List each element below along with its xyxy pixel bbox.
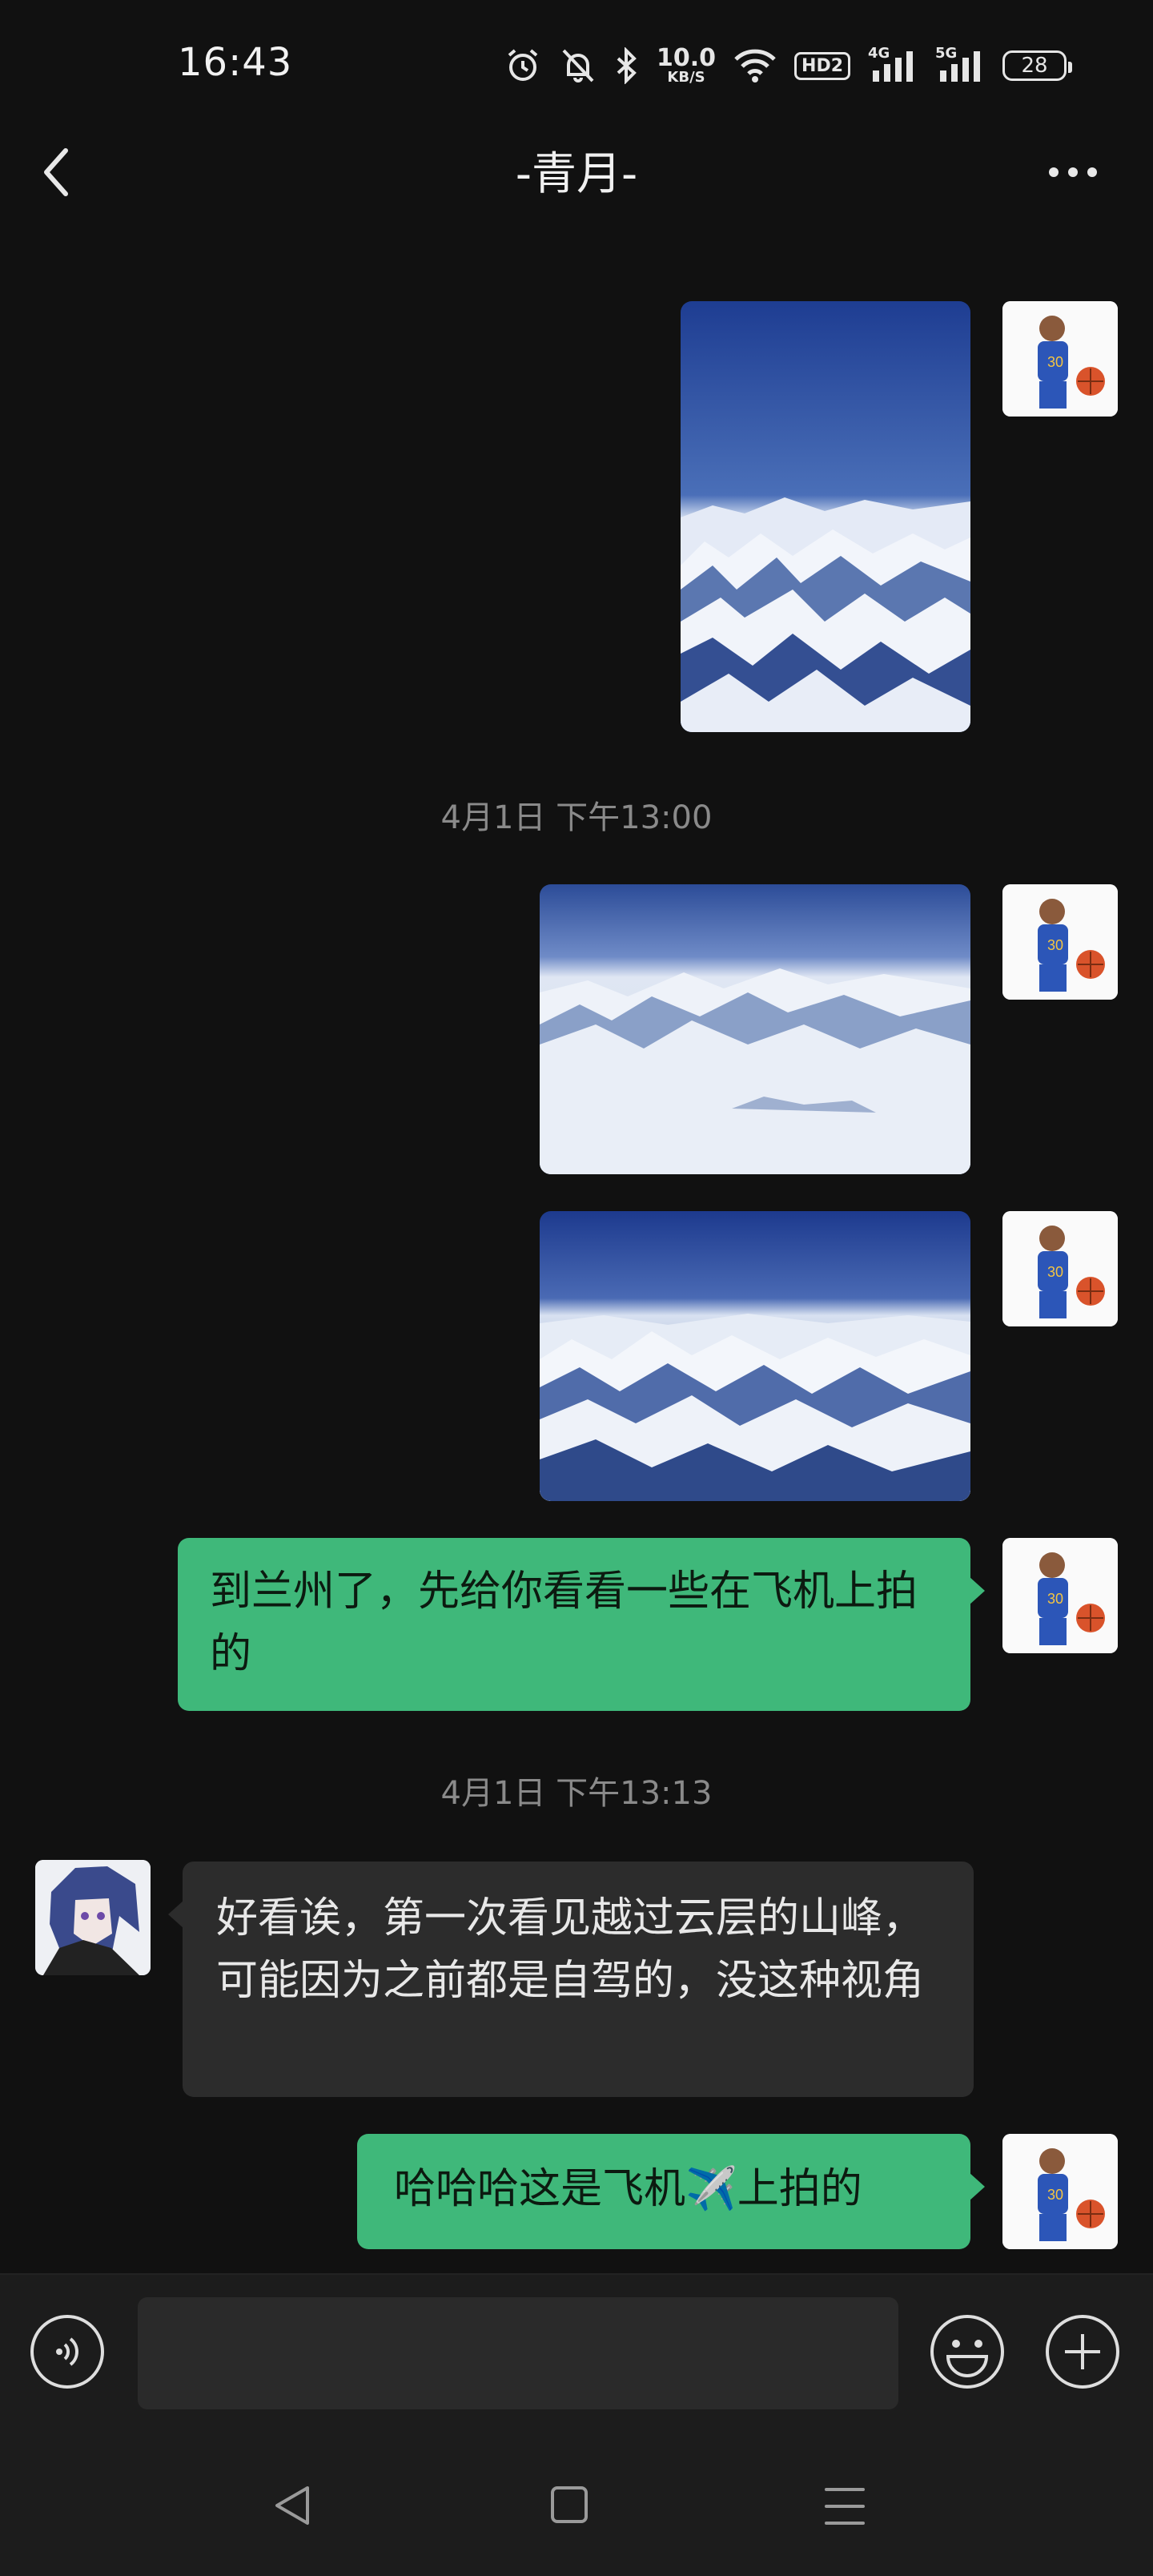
mountain-photo-1 [681,301,970,732]
alarm-icon [504,47,541,84]
airplane-emoji: ✈️ [685,2165,737,2213]
message-text: 好看诶，第一次看见越过云层的山峰，可能因为之前都是自驾的，没这种视角 [216,1894,925,2005]
mute-icon [559,47,597,84]
menu-icon-line [825,2488,865,2491]
more-icon-dot [1068,167,1078,177]
photo-message[interactable] [540,884,970,1174]
battery-icon: 28 [1002,50,1073,81]
message-bubble-received[interactable]: 好看诶，第一次看见越过云层的山峰，可能因为之前都是自驾的，没这种视角 [168,1862,974,2097]
nav-back-button[interactable] [272,2483,312,2528]
mountain-photo-2 [540,884,970,1174]
message-text: 到兰州了，先给你看看一些在飞机上拍的 [210,1568,918,1678]
net-speed: 10.0 KB/S [657,46,716,85]
more-actions-button[interactable] [1046,2315,1119,2389]
svg-text:30: 30 [1047,1591,1063,1607]
anime-character-avatar [35,1860,151,1975]
more-button[interactable] [1041,156,1105,188]
chat-title: -青月- [515,148,638,200]
photo-message[interactable] [540,1211,970,1501]
avatar-self[interactable]: 30 [1002,1211,1118,1326]
svg-text:30: 30 [1047,937,1063,953]
signal-5g-icon: 5G [935,45,985,83]
nav-home-button[interactable] [551,2486,588,2523]
basketball-player-avatar: 30 [1002,884,1118,1000]
signal-4g-icon: 4G [868,45,918,83]
wifi-icon [733,48,777,83]
status-time: 16:43 [178,40,293,85]
bluetooth-icon [615,47,639,84]
voice-icon [56,2337,78,2366]
message-bubble-sent[interactable]: 哈哈哈这是飞机✈️上拍的 [357,2134,985,2249]
triangle-back-icon [275,2486,309,2525]
net-speed-unit: KB/S [667,69,705,86]
basketball-player-avatar: 30 [1002,301,1118,417]
message-text: 上拍的 [737,2165,862,2213]
avatar-self[interactable]: 30 [1002,884,1118,1000]
photo-message[interactable] [681,301,970,732]
basketball-player-avatar: 30 [1002,1538,1118,1653]
more-icon-dot [1049,167,1059,177]
avatar-self[interactable]: 30 [1002,301,1118,417]
scrolled-text-remnant: · · · · [448,226,625,244]
message-text: 哈哈哈这是飞机 [394,2165,686,2213]
avatar-self[interactable]: 30 [1002,2134,1118,2249]
menu-icon-line [825,2522,865,2525]
nav-recents-button[interactable] [825,2488,865,2525]
message-bubble-sent[interactable]: 到兰州了，先给你看看一些在飞机上拍的 [178,1538,985,1711]
hd-icon: HD2 [794,51,851,80]
basketball-player-avatar: 30 [1002,2134,1118,2249]
avatar-contact[interactable] [35,1860,151,1975]
signal-5g-label: 5G [935,45,958,62]
smiley-icon [930,2315,1004,2389]
more-icon-dot [1087,167,1097,177]
timestamp: 4月1日 下午13:13 [440,1775,713,1812]
emoji-button[interactable] [929,2313,1006,2390]
basketball-player-avatar: 30 [1002,1211,1118,1326]
svg-text:30: 30 [1047,1264,1063,1280]
mountain-photo-3 [540,1211,970,1501]
timestamp: 4月1日 下午13:00 [440,799,713,836]
svg-text:30: 30 [1047,354,1063,370]
svg-text:30: 30 [1047,2187,1063,2203]
avatar-self[interactable]: 30 [1002,1538,1118,1653]
status-icons: 10.0 KB/S HD2 4G 5G 28 [504,42,1073,90]
signal-4g-label: 4G [868,45,890,62]
voice-button[interactable] [30,2315,104,2389]
net-speed-value: 10.0 [657,44,717,72]
message-input[interactable] [138,2297,898,2409]
menu-icon-line [825,2505,865,2508]
